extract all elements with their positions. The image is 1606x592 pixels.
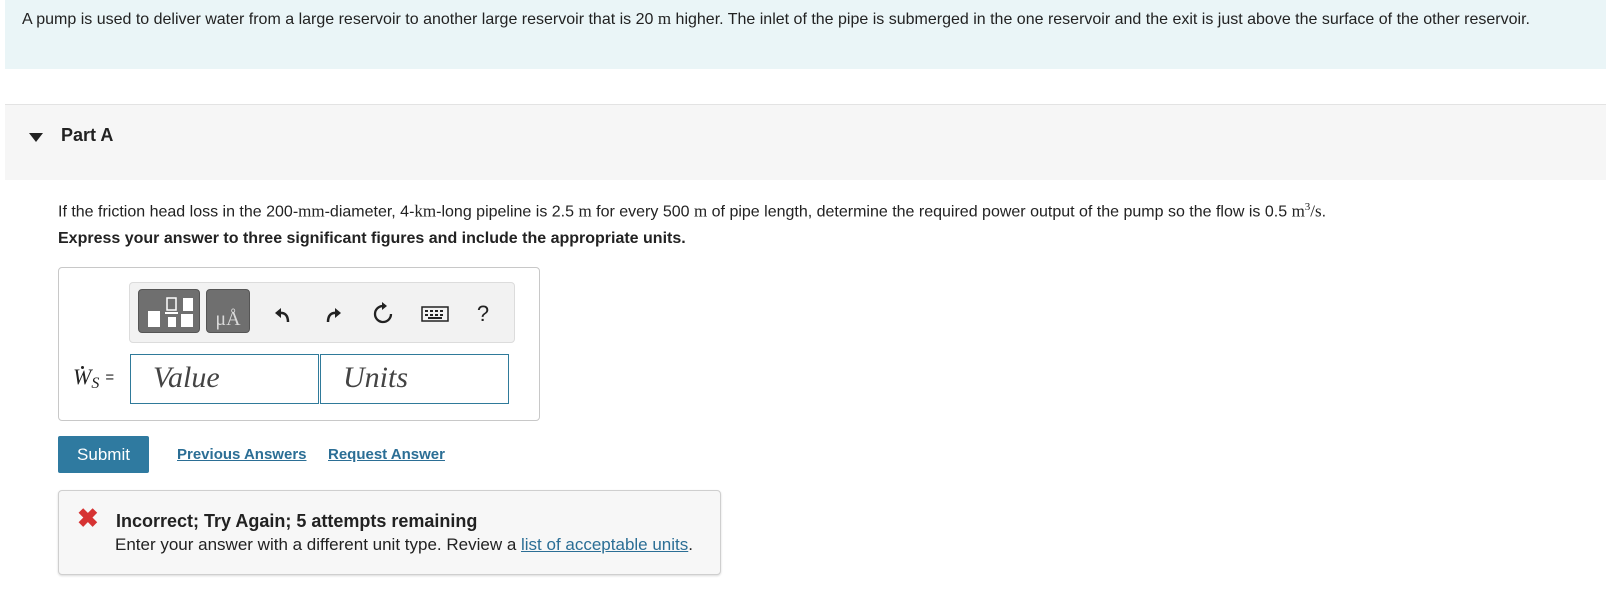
question-segment: -long pipeline is 2.5 xyxy=(436,203,579,221)
value-input[interactable]: Value xyxy=(130,354,319,404)
feedback-message-end: . xyxy=(688,535,693,554)
question-segment: of pipe length, determine the required p… xyxy=(707,203,1292,221)
problem-text-cont: higher. The inlet of the pipe is submerg… xyxy=(671,11,1530,28)
units-input[interactable]: Units xyxy=(320,354,509,404)
answer-box: μÅ ? WS = Value Units xyxy=(58,267,540,421)
previous-answers-link[interactable]: Previous Answers xyxy=(177,446,307,463)
unit-m: m xyxy=(657,9,672,28)
unit-m: m xyxy=(693,201,708,221)
templates-button[interactable] xyxy=(138,289,200,333)
unit-per-s: /s xyxy=(1310,201,1322,221)
feedback-title: Incorrect; Try Again; 5 attempts remaini… xyxy=(116,511,478,531)
reset-icon[interactable] xyxy=(370,301,396,327)
units-button-label: μÅ xyxy=(215,308,241,330)
unit-km: km xyxy=(414,201,437,221)
unit-m: m xyxy=(578,201,592,221)
unit-mm: mm xyxy=(298,201,325,221)
submit-button[interactable]: Submit xyxy=(58,436,149,473)
question-segment: . xyxy=(1321,203,1327,221)
feedback-message-text: Enter your answer with a different unit … xyxy=(115,535,521,554)
math-toolbar: μÅ ? xyxy=(129,282,515,343)
units-button[interactable]: μÅ xyxy=(206,289,250,333)
question-segment: for every 500 xyxy=(591,203,694,221)
acceptable-units-link[interactable]: list of acceptable units xyxy=(521,535,688,554)
problem-statement: A pump is used to deliver water from a l… xyxy=(5,0,1606,69)
variable-w: W xyxy=(73,364,92,389)
incorrect-x-icon: ✖ xyxy=(77,503,99,533)
question-text: If the friction head loss in the 200-mm-… xyxy=(58,195,1326,224)
collapse-caret-icon[interactable] xyxy=(29,133,43,142)
part-header[interactable]: Part A xyxy=(5,104,1606,180)
question-segment: If the friction head loss in the 200- xyxy=(58,203,299,221)
answer-variable-label: WS = xyxy=(73,364,115,392)
feedback-panel: ✖ Incorrect; Try Again; 5 attempts remai… xyxy=(58,490,721,575)
redo-icon[interactable] xyxy=(320,301,346,327)
variable-subscript: S xyxy=(91,375,100,392)
answer-instruction: Express your answer to three significant… xyxy=(58,230,686,247)
templates-icon xyxy=(148,297,193,327)
help-icon[interactable]: ? xyxy=(470,301,496,327)
feedback-message: Enter your answer with a different unit … xyxy=(115,535,693,555)
question-segment: -diameter, 4- xyxy=(324,203,415,221)
undo-icon[interactable] xyxy=(270,301,296,327)
unit-m: m xyxy=(1291,201,1305,221)
part-title: Part A xyxy=(61,125,114,145)
keyboard-icon[interactable] xyxy=(420,301,450,327)
request-answer-link[interactable]: Request Answer xyxy=(328,446,445,463)
problem-text: A pump is used to deliver water from a l… xyxy=(22,11,658,28)
equals-sign: = xyxy=(105,369,115,386)
